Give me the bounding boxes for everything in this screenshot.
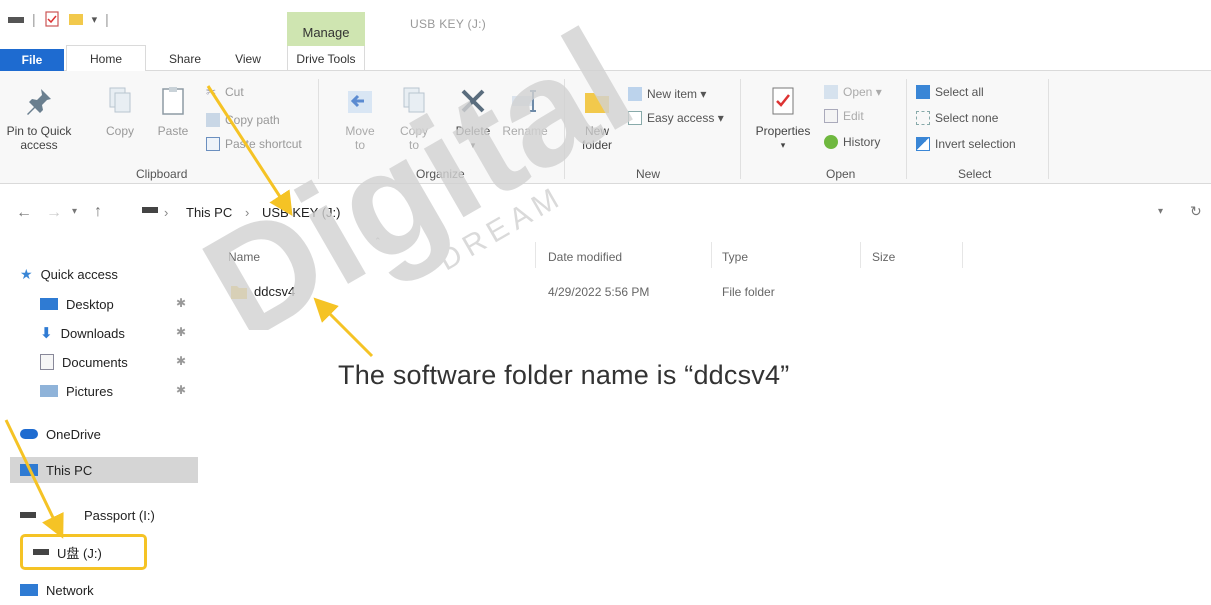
annotation-arrows [4, 85, 374, 539]
arrow-to-ddcsv4-folder [313, 297, 374, 358]
file-explorer-window: { "titlebar": { "manage_label": "Manage"… [0, 0, 1211, 605]
arrow-to-usb-drive [4, 419, 64, 539]
arrow-to-address-bar [206, 85, 293, 217]
annotation-caption: The software folder name is “ddcsv4” [338, 360, 790, 390]
